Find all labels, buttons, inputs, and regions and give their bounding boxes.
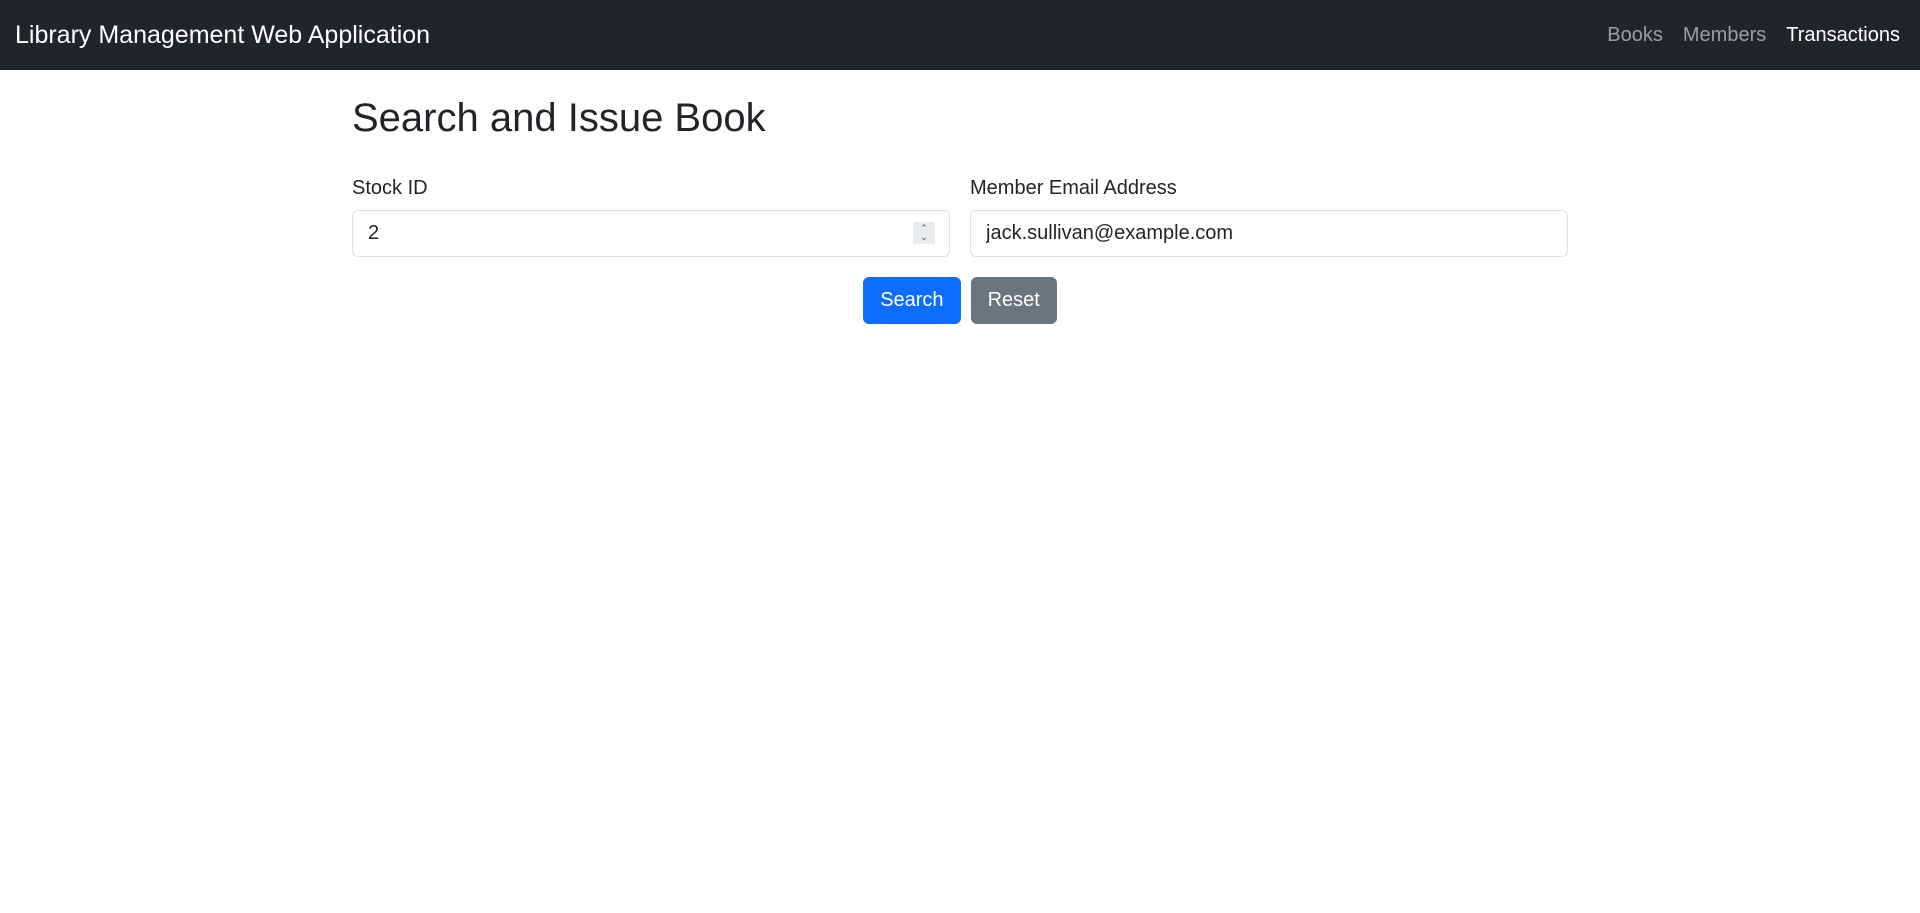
member-email-input[interactable]	[970, 210, 1568, 257]
member-email-label: Member Email Address	[970, 177, 1177, 199]
navbar-brand[interactable]: Library Management Web Application	[15, 22, 430, 48]
page-title: Search and Issue Book	[352, 96, 766, 140]
action-buttons: Search Reset	[352, 277, 1568, 324]
chevron-down-icon[interactable]: ⌄	[920, 233, 928, 242]
nav-link-members[interactable]: Members	[1683, 24, 1766, 47]
stock-id-wrapper: ⌃ ⌄	[352, 210, 950, 257]
nav-link-books[interactable]: Books	[1607, 24, 1663, 47]
stock-id-label: Stock ID	[352, 177, 428, 199]
top-navbar: Library Management Web Application Books…	[0, 0, 1920, 70]
nav-link-transactions[interactable]: Transactions	[1786, 24, 1900, 47]
reset-button[interactable]: Reset	[970, 277, 1057, 324]
number-spinner[interactable]: ⌃ ⌄	[913, 222, 935, 244]
search-form: Stock ID ⌃ ⌄ Member Email Address	[352, 176, 1568, 257]
member-email-group: Member Email Address	[970, 176, 1568, 257]
stock-id-input[interactable]	[352, 210, 950, 257]
search-button[interactable]: Search	[863, 277, 961, 324]
main-container: Search and Issue Book Stock ID ⌃ ⌄ Membe…	[352, 70, 1568, 324]
stock-id-group: Stock ID ⌃ ⌄	[352, 176, 950, 257]
nav-links: Books Members Transactions	[1607, 24, 1905, 47]
